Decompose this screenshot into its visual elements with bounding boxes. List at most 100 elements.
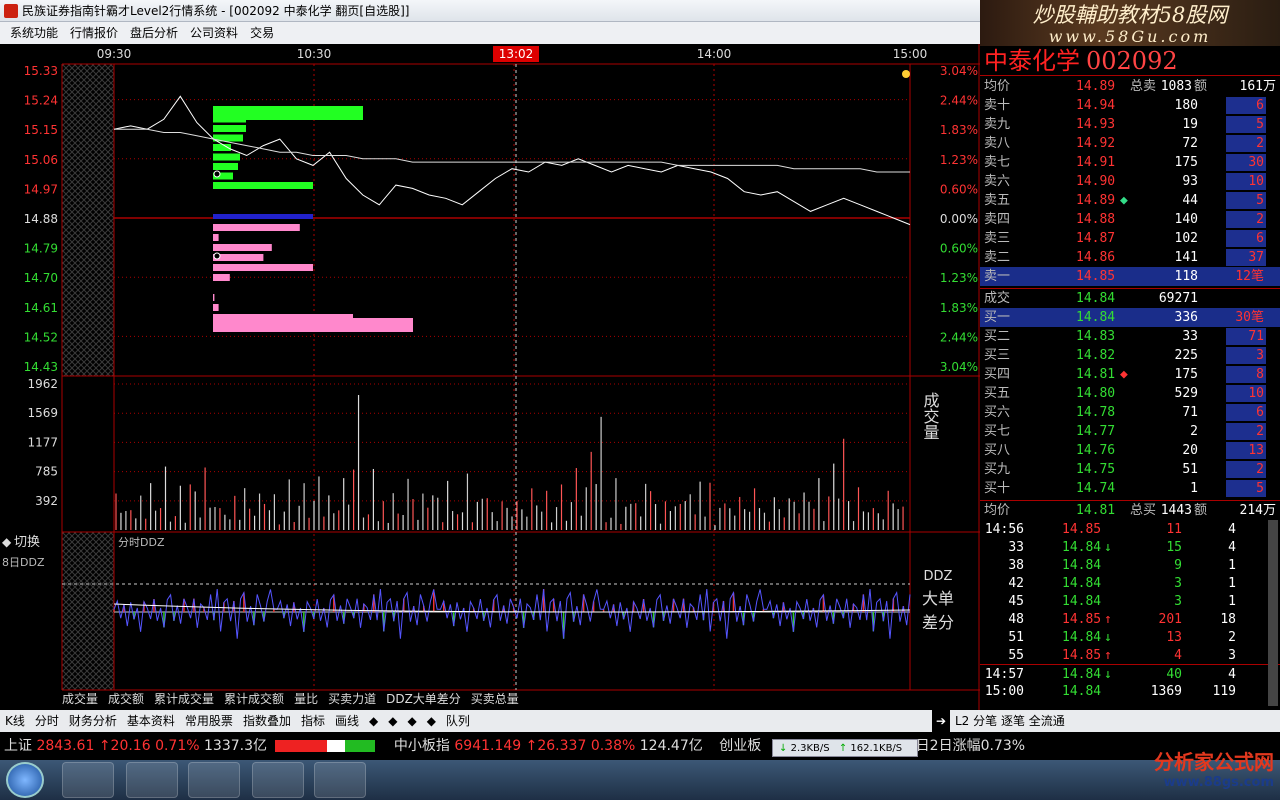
toolbar-item-5[interactable]: 指数叠加 <box>238 710 296 732</box>
ddz-8day-label: 8日DDZ <box>2 556 45 569</box>
volume-tick-0: 1962 <box>27 377 58 391</box>
price-tick-2: 15.15 <box>24 123 58 137</box>
bid-row-3: 买四 14.81 ◆ 175 8 <box>980 365 1280 384</box>
switch-button[interactable]: 切换 <box>14 535 40 550</box>
window-title: 民族证券指南针霸才Level2行情系统 - [002092 中泰化学 翻页[自选… <box>22 4 410 18</box>
order-marker-bottom <box>213 252 221 260</box>
indicator-tab-0[interactable]: 成交量 <box>62 690 98 708</box>
taskbar-app-icon[interactable] <box>314 762 366 798</box>
ask-price: 14.90 <box>1076 174 1116 189</box>
buy-order-bar-5 <box>213 274 230 281</box>
tick-arrow: ↓ <box>1104 630 1112 645</box>
bid-cnt: 10 <box>1248 386 1264 401</box>
indicator-tab-3[interactable]: 累计成交额 <box>224 690 284 708</box>
tick-scrollbar[interactable] <box>1268 520 1278 706</box>
taskbar-folder-icon[interactable] <box>126 762 178 798</box>
ask-price: 14.93 <box>1076 117 1116 132</box>
bid-price: 14.82 <box>1076 348 1116 363</box>
indicator-tab-1[interactable]: 成交额 <box>108 690 144 708</box>
taskbar-cards-icon[interactable] <box>252 762 304 798</box>
cursor-time-label: 13:02 <box>499 47 534 61</box>
tick-row-3: 42 14.84 3 1 <box>980 574 1280 593</box>
midline-bar <box>213 214 313 219</box>
tick-row-5: 48 14.85 ↑ 201 18 <box>980 610 1280 629</box>
taskbar-qq-icon[interactable] <box>188 762 240 798</box>
arrow-right-icon[interactable]: ➔ <box>932 710 950 732</box>
trade-price: 14.84 <box>1076 291 1116 306</box>
ask-price: 14.91 <box>1076 155 1116 170</box>
menu-item-4[interactable]: 交易 <box>244 22 280 44</box>
toolbar-item-8[interactable]: ◆ <box>364 710 383 732</box>
ask-price: 14.86 <box>1076 250 1116 265</box>
toolbar-item-1[interactable]: 分时 <box>30 710 64 732</box>
ask-price: 14.87 <box>1076 231 1116 246</box>
ask-row-8: 卖二 14.86 141 37 <box>980 248 1280 267</box>
preopen-hatch-ddz <box>62 532 114 690</box>
menu-item-3[interactable]: 公司资料 <box>184 22 244 44</box>
indicator-tab-2[interactable]: 累计成交量 <box>154 690 214 708</box>
tick-vol: 3 <box>1174 576 1182 591</box>
ask-row-6: 卖四 14.88 140 2 <box>980 210 1280 229</box>
toolbar-item-4[interactable]: 常用股票 <box>180 710 238 732</box>
buy-summary-row: 均价 14.81 总买 1443 额 214万 <box>980 500 1280 519</box>
intraday-chart[interactable]: 09:3010:3011:3014:0015:0013:0215.333.04%… <box>0 44 980 710</box>
ask-cnt: 12笔 <box>1235 269 1264 284</box>
upload-arrow-icon: ↑ <box>838 743 848 754</box>
tick-time: 51 <box>1008 630 1024 645</box>
ticker-sh-change: ↑20.16 <box>98 738 151 754</box>
tick-time: 38 <box>1008 558 1024 573</box>
ask-vol: 102 <box>1174 231 1198 246</box>
start-button[interactable] <box>6 762 44 798</box>
menu-item-1[interactable]: 行情报价 <box>64 22 124 44</box>
ask-label: 卖九 <box>984 117 1011 132</box>
buy-order-bar-3 <box>213 254 264 261</box>
sell-order-bar-2 <box>213 125 246 132</box>
tick-cnt: 1 <box>1228 558 1236 573</box>
toolbar-item-9[interactable]: ◆ <box>383 710 402 732</box>
menu-item-0[interactable]: 系统功能 <box>4 22 64 44</box>
toolbar-item-6[interactable]: 指标 <box>296 710 330 732</box>
buy-order-bar-7 <box>213 294 215 301</box>
bid-cnt: 8 <box>1256 367 1264 382</box>
avg-value: 14.89 <box>1076 79 1116 94</box>
ask-vol: 175 <box>1174 155 1198 170</box>
bid-label: 买八 <box>984 443 1011 458</box>
menu-item-2[interactable]: 盘后分析 <box>124 22 184 44</box>
buy-order-bar-1 <box>213 234 219 241</box>
toolbar-item-0[interactable]: K线 <box>0 710 30 732</box>
ask-cnt: 10 <box>1248 174 1264 189</box>
toolbar-item-3[interactable]: 基本资料 <box>122 710 180 732</box>
indicator-tab-5[interactable]: 买卖力道 <box>328 690 376 708</box>
order-book-panel: 中泰化学 002092 均价 14.89 总卖 1083 额 161万 卖十 14.94 180 6 卖… <box>980 46 1280 710</box>
indicator-tab-4[interactable]: 量比 <box>294 690 318 708</box>
indicator-tab-6[interactable]: DDZ大单差分 <box>386 690 461 708</box>
ask-label: 卖四 <box>984 212 1011 227</box>
toolbar-item-10[interactable]: ◆ <box>402 710 421 732</box>
pct-tick-6: 0.60% <box>940 242 978 256</box>
sell-order-bar-5 <box>213 153 240 161</box>
ask-cnt: 6 <box>1256 231 1264 246</box>
toolbar-item-7[interactable]: 画线 <box>330 710 364 732</box>
taskbar-ie-icon[interactable] <box>62 762 114 798</box>
toolbar-item-11[interactable]: ◆ <box>422 710 441 732</box>
bid-label: 买四 <box>984 367 1011 382</box>
download-arrow-icon: ↓ <box>779 743 788 754</box>
ticker-sh-label: 上证 <box>4 738 32 754</box>
tick-time: 45 <box>1008 594 1024 609</box>
ask-label: 卖一 <box>984 269 1011 284</box>
app-icon <box>4 4 18 18</box>
ticker-zx-value: 6941.149 <box>454 738 522 754</box>
buy-order-bar-8 <box>213 304 219 311</box>
pct-tick-8: 1.83% <box>940 301 978 315</box>
bid-vol: 33 <box>1182 329 1198 344</box>
amount-value: 161万 <box>1239 79 1276 94</box>
ask-label: 卖六 <box>984 174 1011 189</box>
bid-cnt: 2 <box>1256 462 1264 477</box>
switch-icon: ◆ <box>2 535 12 549</box>
toolbar-item-12[interactable]: 队列 <box>441 710 475 732</box>
total-buy-label: 总买 <box>1130 503 1157 518</box>
toolbar-item-2[interactable]: 财务分析 <box>64 710 122 732</box>
ask-vol: 44 <box>1182 193 1198 208</box>
indicator-tab-7[interactable]: 买卖总量 <box>471 690 519 708</box>
ask-row-2: 卖八 14.92 72 2 <box>980 134 1280 153</box>
